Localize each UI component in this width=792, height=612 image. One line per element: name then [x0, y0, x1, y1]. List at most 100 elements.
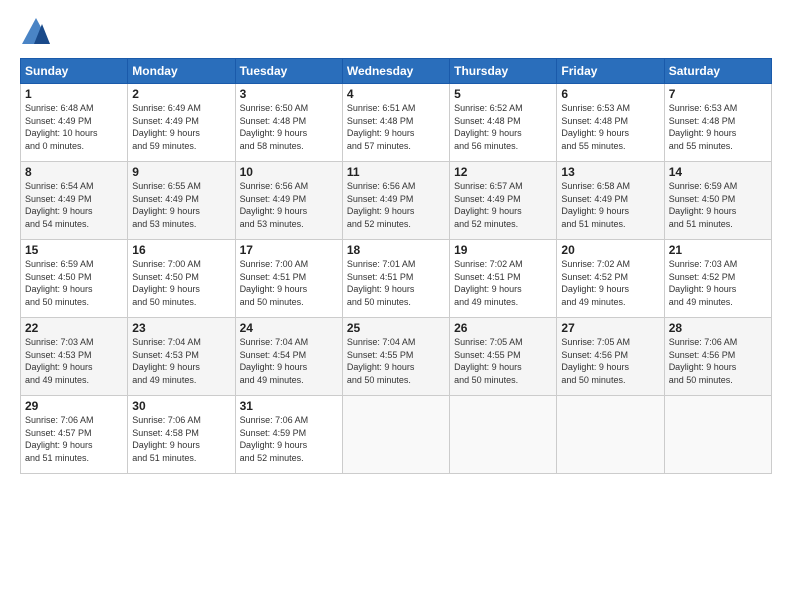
day-info: Sunrise: 6:53 AMSunset: 4:48 PMDaylight:…: [561, 102, 659, 152]
day-cell: 12Sunrise: 6:57 AMSunset: 4:49 PMDayligh…: [450, 162, 557, 240]
day-info: Sunrise: 7:06 AMSunset: 4:57 PMDaylight:…: [25, 414, 123, 464]
day-cell: 31Sunrise: 7:06 AMSunset: 4:59 PMDayligh…: [235, 396, 342, 474]
day-number: 1: [25, 87, 123, 101]
day-cell: [557, 396, 664, 474]
day-info: Sunrise: 6:51 AMSunset: 4:48 PMDaylight:…: [347, 102, 445, 152]
day-info: Sunrise: 7:02 AMSunset: 4:51 PMDaylight:…: [454, 258, 552, 308]
week-row-3: 15Sunrise: 6:59 AMSunset: 4:50 PMDayligh…: [21, 240, 772, 318]
day-cell: 21Sunrise: 7:03 AMSunset: 4:52 PMDayligh…: [664, 240, 771, 318]
day-cell: 1Sunrise: 6:48 AMSunset: 4:49 PMDaylight…: [21, 84, 128, 162]
week-row-2: 8Sunrise: 6:54 AMSunset: 4:49 PMDaylight…: [21, 162, 772, 240]
day-info: Sunrise: 6:58 AMSunset: 4:49 PMDaylight:…: [561, 180, 659, 230]
day-number: 26: [454, 321, 552, 335]
day-number: 29: [25, 399, 123, 413]
day-number: 30: [132, 399, 230, 413]
day-number: 22: [25, 321, 123, 335]
day-cell: 27Sunrise: 7:05 AMSunset: 4:56 PMDayligh…: [557, 318, 664, 396]
day-cell: 5Sunrise: 6:52 AMSunset: 4:48 PMDaylight…: [450, 84, 557, 162]
day-number: 13: [561, 165, 659, 179]
day-info: Sunrise: 7:04 AMSunset: 4:54 PMDaylight:…: [240, 336, 338, 386]
day-number: 2: [132, 87, 230, 101]
day-info: Sunrise: 6:50 AMSunset: 4:48 PMDaylight:…: [240, 102, 338, 152]
day-number: 4: [347, 87, 445, 101]
day-cell: [450, 396, 557, 474]
day-cell: 10Sunrise: 6:56 AMSunset: 4:49 PMDayligh…: [235, 162, 342, 240]
day-number: 19: [454, 243, 552, 257]
day-cell: 26Sunrise: 7:05 AMSunset: 4:55 PMDayligh…: [450, 318, 557, 396]
day-number: 20: [561, 243, 659, 257]
day-number: 7: [669, 87, 767, 101]
day-cell: 18Sunrise: 7:01 AMSunset: 4:51 PMDayligh…: [342, 240, 449, 318]
day-cell: [342, 396, 449, 474]
day-number: 21: [669, 243, 767, 257]
day-info: Sunrise: 6:59 AMSunset: 4:50 PMDaylight:…: [25, 258, 123, 308]
header-cell-sunday: Sunday: [21, 59, 128, 84]
day-number: 11: [347, 165, 445, 179]
day-number: 31: [240, 399, 338, 413]
header-cell-wednesday: Wednesday: [342, 59, 449, 84]
day-info: Sunrise: 7:00 AMSunset: 4:51 PMDaylight:…: [240, 258, 338, 308]
day-info: Sunrise: 6:55 AMSunset: 4:49 PMDaylight:…: [132, 180, 230, 230]
day-cell: 22Sunrise: 7:03 AMSunset: 4:53 PMDayligh…: [21, 318, 128, 396]
day-info: Sunrise: 6:52 AMSunset: 4:48 PMDaylight:…: [454, 102, 552, 152]
day-cell: 2Sunrise: 6:49 AMSunset: 4:49 PMDaylight…: [128, 84, 235, 162]
day-cell: 29Sunrise: 7:06 AMSunset: 4:57 PMDayligh…: [21, 396, 128, 474]
day-info: Sunrise: 6:53 AMSunset: 4:48 PMDaylight:…: [669, 102, 767, 152]
day-info: Sunrise: 7:03 AMSunset: 4:53 PMDaylight:…: [25, 336, 123, 386]
day-info: Sunrise: 7:03 AMSunset: 4:52 PMDaylight:…: [669, 258, 767, 308]
day-number: 17: [240, 243, 338, 257]
day-cell: [664, 396, 771, 474]
day-info: Sunrise: 7:04 AMSunset: 4:53 PMDaylight:…: [132, 336, 230, 386]
day-cell: 19Sunrise: 7:02 AMSunset: 4:51 PMDayligh…: [450, 240, 557, 318]
week-row-1: 1Sunrise: 6:48 AMSunset: 4:49 PMDaylight…: [21, 84, 772, 162]
day-number: 15: [25, 243, 123, 257]
header-cell-friday: Friday: [557, 59, 664, 84]
day-cell: 3Sunrise: 6:50 AMSunset: 4:48 PMDaylight…: [235, 84, 342, 162]
day-info: Sunrise: 6:56 AMSunset: 4:49 PMDaylight:…: [347, 180, 445, 230]
day-number: 24: [240, 321, 338, 335]
day-info: Sunrise: 6:57 AMSunset: 4:49 PMDaylight:…: [454, 180, 552, 230]
day-cell: 7Sunrise: 6:53 AMSunset: 4:48 PMDaylight…: [664, 84, 771, 162]
day-number: 8: [25, 165, 123, 179]
day-cell: 17Sunrise: 7:00 AMSunset: 4:51 PMDayligh…: [235, 240, 342, 318]
day-cell: 14Sunrise: 6:59 AMSunset: 4:50 PMDayligh…: [664, 162, 771, 240]
day-number: 16: [132, 243, 230, 257]
day-cell: 23Sunrise: 7:04 AMSunset: 4:53 PMDayligh…: [128, 318, 235, 396]
header-cell-thursday: Thursday: [450, 59, 557, 84]
day-number: 18: [347, 243, 445, 257]
day-info: Sunrise: 7:06 AMSunset: 4:58 PMDaylight:…: [132, 414, 230, 464]
week-row-4: 22Sunrise: 7:03 AMSunset: 4:53 PMDayligh…: [21, 318, 772, 396]
day-info: Sunrise: 6:54 AMSunset: 4:49 PMDaylight:…: [25, 180, 123, 230]
day-info: Sunrise: 7:05 AMSunset: 4:56 PMDaylight:…: [561, 336, 659, 386]
day-cell: 25Sunrise: 7:04 AMSunset: 4:55 PMDayligh…: [342, 318, 449, 396]
day-cell: 28Sunrise: 7:06 AMSunset: 4:56 PMDayligh…: [664, 318, 771, 396]
day-cell: 20Sunrise: 7:02 AMSunset: 4:52 PMDayligh…: [557, 240, 664, 318]
day-info: Sunrise: 6:48 AMSunset: 4:49 PMDaylight:…: [25, 102, 123, 152]
day-info: Sunrise: 6:56 AMSunset: 4:49 PMDaylight:…: [240, 180, 338, 230]
day-cell: 6Sunrise: 6:53 AMSunset: 4:48 PMDaylight…: [557, 84, 664, 162]
day-info: Sunrise: 6:49 AMSunset: 4:49 PMDaylight:…: [132, 102, 230, 152]
day-number: 5: [454, 87, 552, 101]
header: [20, 16, 772, 48]
header-cell-saturday: Saturday: [664, 59, 771, 84]
day-number: 12: [454, 165, 552, 179]
day-number: 25: [347, 321, 445, 335]
day-cell: 9Sunrise: 6:55 AMSunset: 4:49 PMDaylight…: [128, 162, 235, 240]
day-cell: 24Sunrise: 7:04 AMSunset: 4:54 PMDayligh…: [235, 318, 342, 396]
day-number: 23: [132, 321, 230, 335]
day-cell: 8Sunrise: 6:54 AMSunset: 4:49 PMDaylight…: [21, 162, 128, 240]
day-number: 14: [669, 165, 767, 179]
day-cell: 15Sunrise: 6:59 AMSunset: 4:50 PMDayligh…: [21, 240, 128, 318]
header-row: SundayMondayTuesdayWednesdayThursdayFrid…: [21, 59, 772, 84]
day-cell: 16Sunrise: 7:00 AMSunset: 4:50 PMDayligh…: [128, 240, 235, 318]
header-cell-tuesday: Tuesday: [235, 59, 342, 84]
day-number: 28: [669, 321, 767, 335]
calendar-container: SundayMondayTuesdayWednesdayThursdayFrid…: [0, 0, 792, 484]
day-number: 10: [240, 165, 338, 179]
logo: [20, 16, 56, 48]
day-info: Sunrise: 6:59 AMSunset: 4:50 PMDaylight:…: [669, 180, 767, 230]
day-number: 27: [561, 321, 659, 335]
day-info: Sunrise: 7:05 AMSunset: 4:55 PMDaylight:…: [454, 336, 552, 386]
logo-icon: [20, 16, 52, 48]
week-row-5: 29Sunrise: 7:06 AMSunset: 4:57 PMDayligh…: [21, 396, 772, 474]
